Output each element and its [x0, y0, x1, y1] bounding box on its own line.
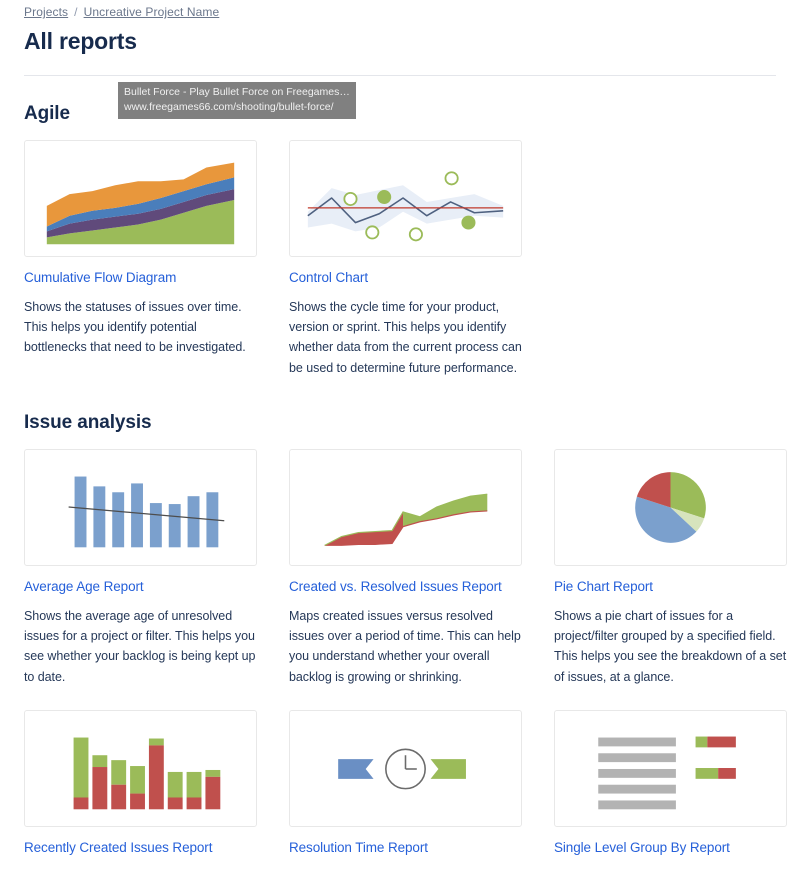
report-link-cumulative-flow[interactable]: Cumulative Flow Diagram: [24, 270, 257, 287]
report-card-recently-created: Recently Created Issues Report: [24, 709, 257, 867]
control-chart-thumbnail[interactable]: [289, 140, 522, 257]
green-chevron-icon: [430, 758, 466, 779]
grid-spacer: [554, 140, 787, 378]
report-link-recently-created[interactable]: Recently Created Issues Report: [24, 840, 257, 857]
report-link-resolution-time[interactable]: Resolution Time Report: [289, 840, 522, 857]
page-title: All reports: [24, 28, 137, 54]
section-heading-issue-analysis: Issue analysis: [24, 411, 152, 433]
report-link-average-age[interactable]: Average Age Report: [24, 579, 257, 596]
control-point-filled: [461, 215, 476, 230]
report-link-pie-chart[interactable]: Pie Chart Report: [554, 579, 787, 596]
breadcrumb-item-project[interactable]: Uncreative Project Name: [84, 5, 220, 19]
cumulative-flow-thumbnail[interactable]: [24, 140, 257, 257]
report-description-cumulative-flow: Shows the statuses of issues over time. …: [24, 299, 246, 355]
breadcrumb-separator: /: [74, 5, 78, 19]
report-description-control-chart: Shows the cycle time for your product, v…: [289, 299, 522, 375]
report-card-resolution-time: Resolution Time Report: [289, 709, 522, 867]
section-agile: Agile Cumulative Flow Diagram Shows the …: [24, 103, 776, 378]
report-card-pie-chart: Pie Chart Report Shows a pie chart of is…: [554, 448, 787, 687]
report-grid-issue-analysis-row2: Recently Created Issues Report Resolutio…: [24, 709, 787, 867]
average-age-chart: [68, 476, 225, 548]
report-card-control-chart: Control Chart Shows the cycle time for y…: [289, 140, 522, 378]
link-preview-tooltip: Bullet Force - Play Bullet Force on Free…: [118, 82, 356, 120]
breadcrumb: Projects / Uncreative Project Name: [24, 0, 776, 19]
average-age-thumbnail[interactable]: [24, 448, 257, 566]
report-link-single-level-group-by[interactable]: Single Level Group By Report: [554, 840, 787, 857]
control-chart-graphic: [307, 171, 504, 242]
created-vs-resolved-thumbnail[interactable]: [289, 448, 522, 566]
pie-chart-thumbnail[interactable]: [554, 448, 787, 566]
pie-chart-graphic: [635, 471, 706, 543]
control-point-open: [408, 227, 423, 242]
recently-created-thumbnail[interactable]: [24, 709, 257, 827]
link-preview-title: Bullet Force - Play Bullet Force on Free…: [124, 86, 350, 98]
blue-chevron-icon: [338, 758, 374, 779]
cumulative-flow-chart: [46, 162, 235, 245]
created-vs-resolved-chart: [324, 493, 488, 546]
resolution-time-thumbnail[interactable]: [289, 709, 522, 827]
single-level-group-by-thumbnail[interactable]: [554, 709, 787, 827]
clock-icon: [385, 748, 426, 790]
control-point-filled: [377, 190, 392, 205]
report-link-control-chart[interactable]: Control Chart: [289, 270, 522, 287]
section-issue-analysis: Issue analysis Average Age Report Shows …: [24, 411, 787, 867]
recently-created-chart: [73, 737, 221, 810]
report-description-pie-chart: Shows a pie chart of issues for a projec…: [554, 608, 787, 684]
single-level-group-by-graphic: [598, 736, 736, 810]
control-point-open: [343, 192, 358, 206]
breadcrumb-item-projects[interactable]: Projects: [24, 5, 68, 19]
report-grid-agile: Cumulative Flow Diagram Shows the status…: [24, 140, 776, 378]
control-point-open: [444, 171, 459, 186]
report-description-created-vs-resolved: Maps created issues versus resolved issu…: [289, 608, 521, 684]
report-card-single-level-group-by: Single Level Group By Report: [554, 709, 787, 867]
report-card-average-age: Average Age Report Shows the average age…: [24, 448, 257, 687]
all-reports-page: Projects / Uncreative Project Name All r…: [0, 0, 800, 877]
report-card-created-vs-resolved: Created vs. Resolved Issues Report Maps …: [289, 448, 522, 687]
control-point-open: [365, 225, 380, 240]
report-card-cumulative-flow: Cumulative Flow Diagram Shows the status…: [24, 140, 257, 378]
report-description-average-age: Shows the average age of unresolved issu…: [24, 608, 256, 684]
title-divider: [24, 75, 776, 76]
report-grid-issue-analysis-row1: Average Age Report Shows the average age…: [24, 448, 787, 687]
resolution-time-graphic: [338, 748, 466, 790]
report-link-created-vs-resolved[interactable]: Created vs. Resolved Issues Report: [289, 579, 522, 596]
link-preview-url: www.freegames66.com/shooting/bullet-forc…: [124, 101, 334, 114]
